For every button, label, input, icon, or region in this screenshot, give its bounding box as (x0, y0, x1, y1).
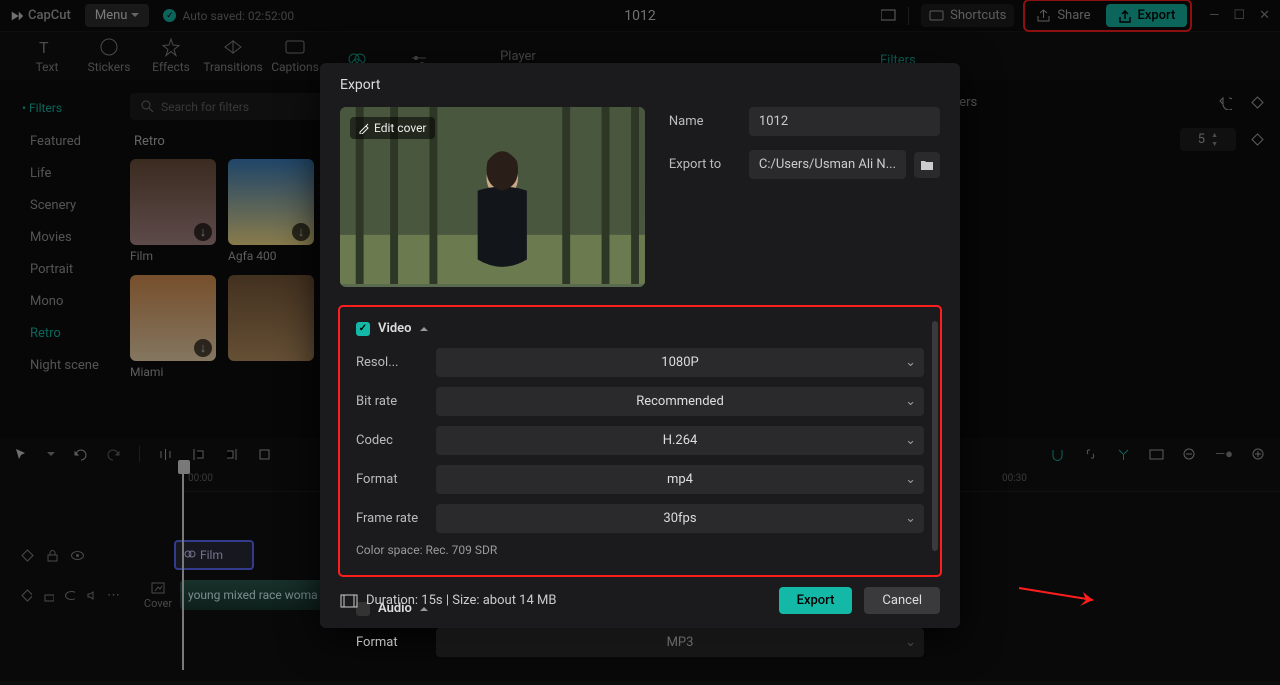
search-icon (140, 99, 155, 114)
player-label: Player (500, 49, 536, 64)
diamond-icon[interactable] (20, 588, 32, 603)
tab-stickers[interactable]: Stickers (78, 36, 140, 80)
close-icon[interactable]: ✕ (1259, 8, 1270, 23)
bitrate-label: Bit rate (356, 394, 436, 409)
aspect-icon[interactable] (881, 8, 896, 23)
tab-text[interactable]: TText (16, 36, 78, 80)
share-button[interactable]: Share (1028, 4, 1098, 27)
export-confirm-button[interactable]: Export (779, 587, 853, 614)
cat-retro[interactable]: Retro (16, 318, 116, 349)
video-head-label: Video (378, 321, 412, 336)
edit-cover-button[interactable]: Edit cover (350, 117, 435, 139)
mute-icon[interactable] (85, 588, 97, 603)
filter-strength-input[interactable]: 5 ▲▼ (1180, 128, 1236, 151)
zoom-out-icon[interactable] (1182, 447, 1197, 462)
tab-captions[interactable]: Captions (264, 36, 326, 80)
tab-transitions[interactable]: Transitions (202, 36, 264, 80)
eye-icon[interactable] (64, 588, 76, 603)
film-icon (340, 594, 358, 608)
codec-select[interactable]: H.264⌄ (436, 426, 924, 455)
audio-format-label: Format (356, 635, 436, 650)
modal-title: Export (320, 63, 960, 107)
name-label: Name (669, 114, 749, 129)
check-icon: ✓ (163, 9, 176, 22)
filter-thumb[interactable]: ↓Agfa 400 (228, 159, 314, 263)
link-icon[interactable] (1083, 447, 1098, 462)
cat-mono[interactable]: Mono (16, 286, 116, 317)
caret-up-icon[interactable] (420, 326, 428, 331)
browse-folder-button[interactable] (914, 152, 940, 178)
eye-icon[interactable] (70, 548, 85, 563)
autosave-status: ✓ Auto saved: 02:52:00 (163, 9, 294, 23)
minimize-icon[interactable]: — (1209, 8, 1219, 23)
lock-icon[interactable] (45, 548, 60, 563)
cat-nightscene[interactable]: Night scene (16, 350, 116, 381)
snap-icon[interactable] (1116, 447, 1131, 462)
tab-effects[interactable]: Effects (140, 36, 202, 80)
logo: CapCut (10, 8, 71, 23)
pointer-icon[interactable] (14, 447, 29, 462)
resolution-select[interactable]: 1080P⌄ (436, 348, 924, 377)
maximize-icon[interactable]: ☐ (1233, 8, 1245, 23)
redo-icon[interactable] (106, 447, 121, 462)
framerate-select[interactable]: 30fps⌄ (436, 504, 924, 533)
diamond-icon[interactable] (1250, 95, 1265, 110)
download-icon[interactable]: ↓ (194, 339, 212, 357)
codec-label: Codec (356, 433, 436, 448)
cat-scenery[interactable]: Scenery (16, 190, 116, 221)
format-select[interactable]: mp4⌄ (436, 465, 924, 494)
shortcuts-button[interactable]: Shortcuts (921, 4, 1014, 27)
playhead[interactable] (182, 460, 184, 670)
cat-featured[interactable]: Featured (16, 126, 116, 157)
download-icon[interactable]: ↓ (194, 223, 212, 241)
export-button-top[interactable]: Export (1106, 4, 1187, 27)
svg-text:T: T (39, 38, 49, 57)
cover-preview: Edit cover (340, 107, 645, 287)
video-checkbox[interactable]: ✓ (356, 322, 370, 336)
ruler-tick: 00:30 (1002, 473, 1027, 484)
preview-icon[interactable] (1149, 447, 1164, 462)
caret-down-icon[interactable] (47, 452, 55, 457)
audio-format-select: MP3⌄ (436, 628, 924, 657)
exportto-label: Export to (669, 157, 749, 172)
clip-filter[interactable]: Film (174, 540, 254, 570)
zoom-slider[interactable]: —● (1215, 446, 1233, 462)
cat-life[interactable]: Life (16, 158, 116, 189)
undo-icon[interactable] (73, 447, 88, 462)
resolution-label: Resol... (356, 355, 436, 370)
cover-button[interactable]: Cover (138, 575, 178, 615)
undo-icon[interactable] (1217, 95, 1232, 110)
exportto-path: C:/Users/Usman Ali N... (749, 150, 906, 179)
format-label: Format (356, 472, 436, 487)
trim-right-icon[interactable] (224, 447, 239, 462)
menu-button[interactable]: Menu (85, 4, 150, 27)
diamond-icon[interactable] (1250, 132, 1265, 147)
filter-thumb[interactable]: ↓Miami (130, 275, 216, 379)
project-title: 1012 (624, 8, 655, 24)
filter-thumb[interactable] (228, 275, 314, 379)
diamond-icon[interactable] (20, 548, 35, 563)
side-head: • Filters (10, 97, 122, 125)
name-input[interactable]: 1012 (749, 107, 940, 136)
export-modal: Export Edit cover Name (320, 63, 960, 628)
download-icon[interactable]: ↓ (292, 223, 310, 241)
cat-portrait[interactable]: Portrait (16, 254, 116, 285)
lock-icon[interactable] (42, 588, 54, 603)
cancel-button[interactable]: Cancel (864, 587, 940, 614)
magnet-icon[interactable] (1050, 447, 1065, 462)
duration-text: Duration: 15s | Size: about 14 MB (366, 593, 556, 608)
ruler-tick: 00:00 (188, 473, 213, 484)
crop-icon[interactable] (257, 447, 272, 462)
video-section: ✓ Video Resol...1080P⌄ Bit rateRecommend… (340, 307, 940, 575)
split-icon[interactable] (158, 447, 173, 462)
trim-left-icon[interactable] (191, 447, 206, 462)
framerate-label: Frame rate (356, 511, 436, 526)
cat-movies[interactable]: Movies (16, 222, 116, 253)
scrollbar[interactable] (932, 321, 938, 551)
bitrate-select[interactable]: Recommended⌄ (436, 387, 924, 416)
zoom-in-icon[interactable] (1251, 447, 1266, 462)
colorspace-text: Color space: Rec. 709 SDR (356, 543, 924, 557)
filter-thumb[interactable]: ↓Film (130, 159, 216, 263)
